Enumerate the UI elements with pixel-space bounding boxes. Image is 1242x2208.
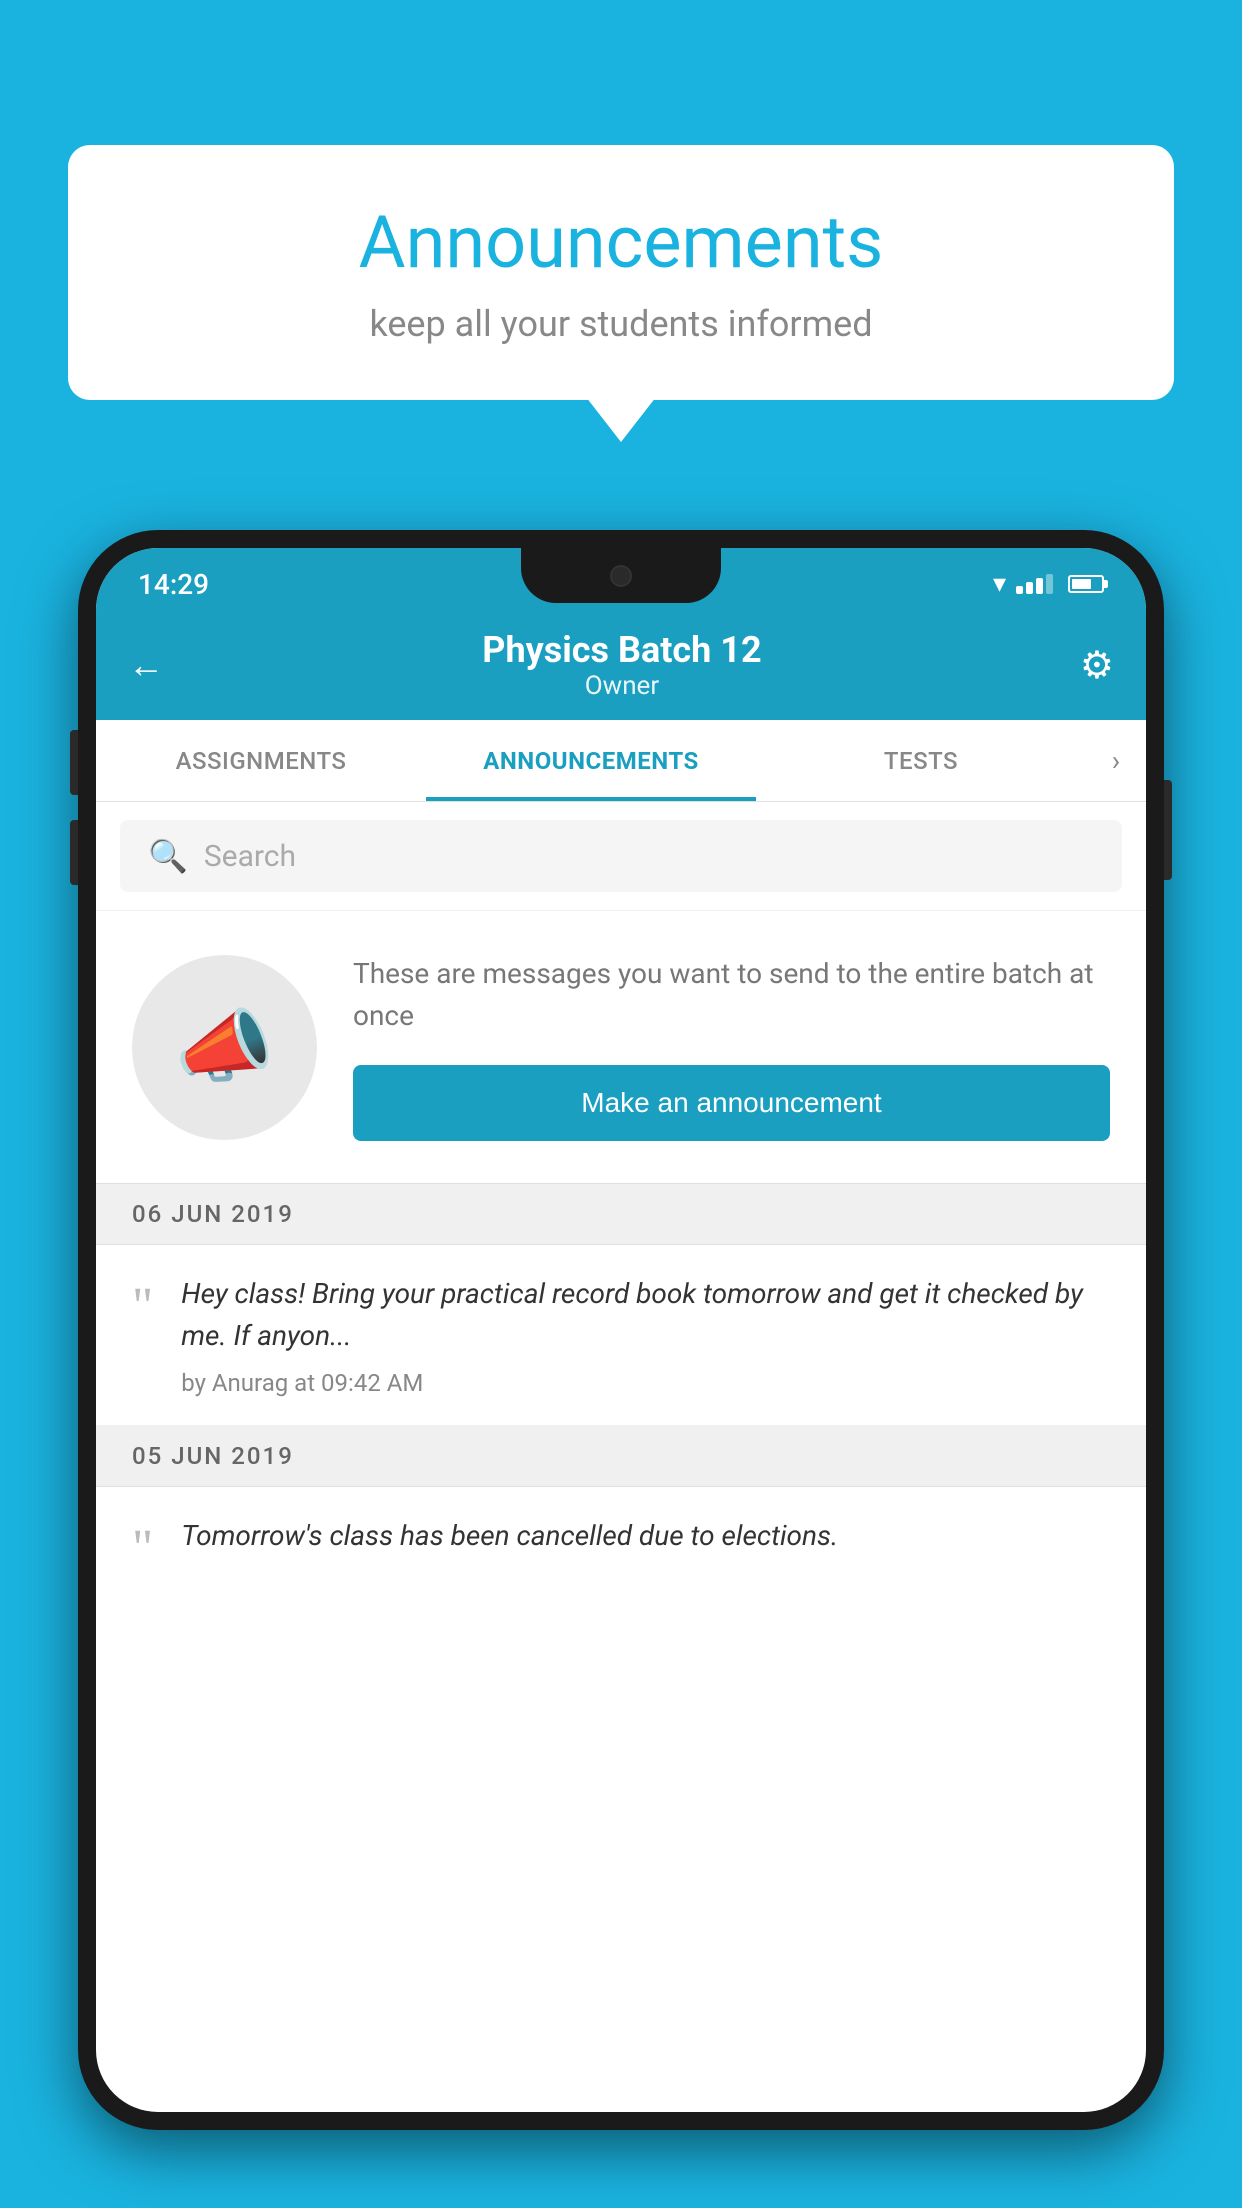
- phone-screen: 14:29 ▾ ← Phys: [96, 548, 1146, 2112]
- speech-bubble-container: Announcements keep all your students inf…: [68, 145, 1174, 400]
- tab-assignments[interactable]: ASSIGNMENTS: [96, 720, 426, 801]
- power-button[interactable]: [1164, 780, 1172, 880]
- announcement-item-1[interactable]: " Hey class! Bring your practical record…: [96, 1245, 1146, 1426]
- date-separator-1: 06 JUN 2019: [96, 1184, 1146, 1245]
- settings-icon[interactable]: ⚙: [1080, 643, 1114, 688]
- speech-bubble-title: Announcements: [128, 200, 1114, 285]
- announcement-message-2: Tomorrow's class has been cancelled due …: [181, 1515, 1110, 1557]
- tabs-bar: ASSIGNMENTS ANNOUNCEMENTS TESTS ›: [96, 720, 1146, 802]
- header-title: Physics Batch 12: [164, 629, 1080, 671]
- tab-more[interactable]: ›: [1086, 720, 1146, 801]
- phone-notch: [521, 548, 721, 603]
- announcement-icon-circle: 📣: [132, 955, 317, 1140]
- make-announcement-button[interactable]: Make an announcement: [353, 1065, 1110, 1141]
- speech-bubble-subtitle: keep all your students informed: [128, 303, 1114, 345]
- volume-up-button[interactable]: [70, 730, 78, 795]
- megaphone-icon: 📣: [175, 1000, 275, 1094]
- status-icons: ▾: [993, 569, 1104, 599]
- header-center: Physics Batch 12 Owner: [164, 629, 1080, 701]
- search-icon: 🔍: [148, 837, 188, 875]
- phone-outer: 14:29 ▾ ← Phys: [78, 530, 1164, 2130]
- announcement-message-1: Hey class! Bring your practical record b…: [181, 1273, 1110, 1357]
- app-header: ← Physics Batch 12 Owner ⚙: [96, 610, 1146, 720]
- announcement-empty-text: These are messages you want to send to t…: [353, 953, 1110, 1037]
- battery-icon: [1068, 575, 1104, 593]
- quote-icon-2: ": [132, 1523, 153, 1575]
- announcement-empty-right: These are messages you want to send to t…: [353, 953, 1110, 1141]
- tab-announcements[interactable]: ANNOUNCEMENTS: [426, 720, 756, 801]
- search-placeholder: Search: [204, 839, 296, 874]
- signal-bar-2: [1026, 582, 1033, 594]
- announcement-item-2[interactable]: " Tomorrow's class has been cancelled du…: [96, 1487, 1146, 1603]
- date-separator-2: 05 JUN 2019: [96, 1426, 1146, 1487]
- announcement-content-2: Tomorrow's class has been cancelled due …: [181, 1515, 1110, 1569]
- quote-icon-1: ": [132, 1281, 153, 1333]
- speech-bubble: Announcements keep all your students inf…: [68, 145, 1174, 400]
- battery-fill: [1072, 579, 1091, 589]
- signal-bars: [1016, 574, 1053, 594]
- search-bar[interactable]: 🔍 Search: [120, 820, 1122, 892]
- signal-bar-4: [1046, 574, 1053, 594]
- tab-tests[interactable]: TESTS: [756, 720, 1086, 801]
- search-container: 🔍 Search: [96, 802, 1146, 911]
- phone-camera: [610, 565, 632, 587]
- wifi-icon: ▾: [993, 569, 1006, 599]
- signal-bar-3: [1036, 578, 1043, 594]
- announcement-meta-1: by Anurag at 09:42 AM: [181, 1369, 1110, 1397]
- back-button[interactable]: ←: [128, 644, 164, 686]
- announcement-content-1: Hey class! Bring your practical record b…: [181, 1273, 1110, 1397]
- status-time: 14:29: [138, 568, 209, 601]
- signal-bar-1: [1016, 586, 1023, 594]
- phone-mockup: 14:29 ▾ ← Phys: [78, 530, 1164, 2208]
- volume-down-button[interactable]: [70, 820, 78, 885]
- header-subtitle: Owner: [164, 671, 1080, 701]
- announcement-empty-state: 📣 These are messages you want to send to…: [96, 911, 1146, 1184]
